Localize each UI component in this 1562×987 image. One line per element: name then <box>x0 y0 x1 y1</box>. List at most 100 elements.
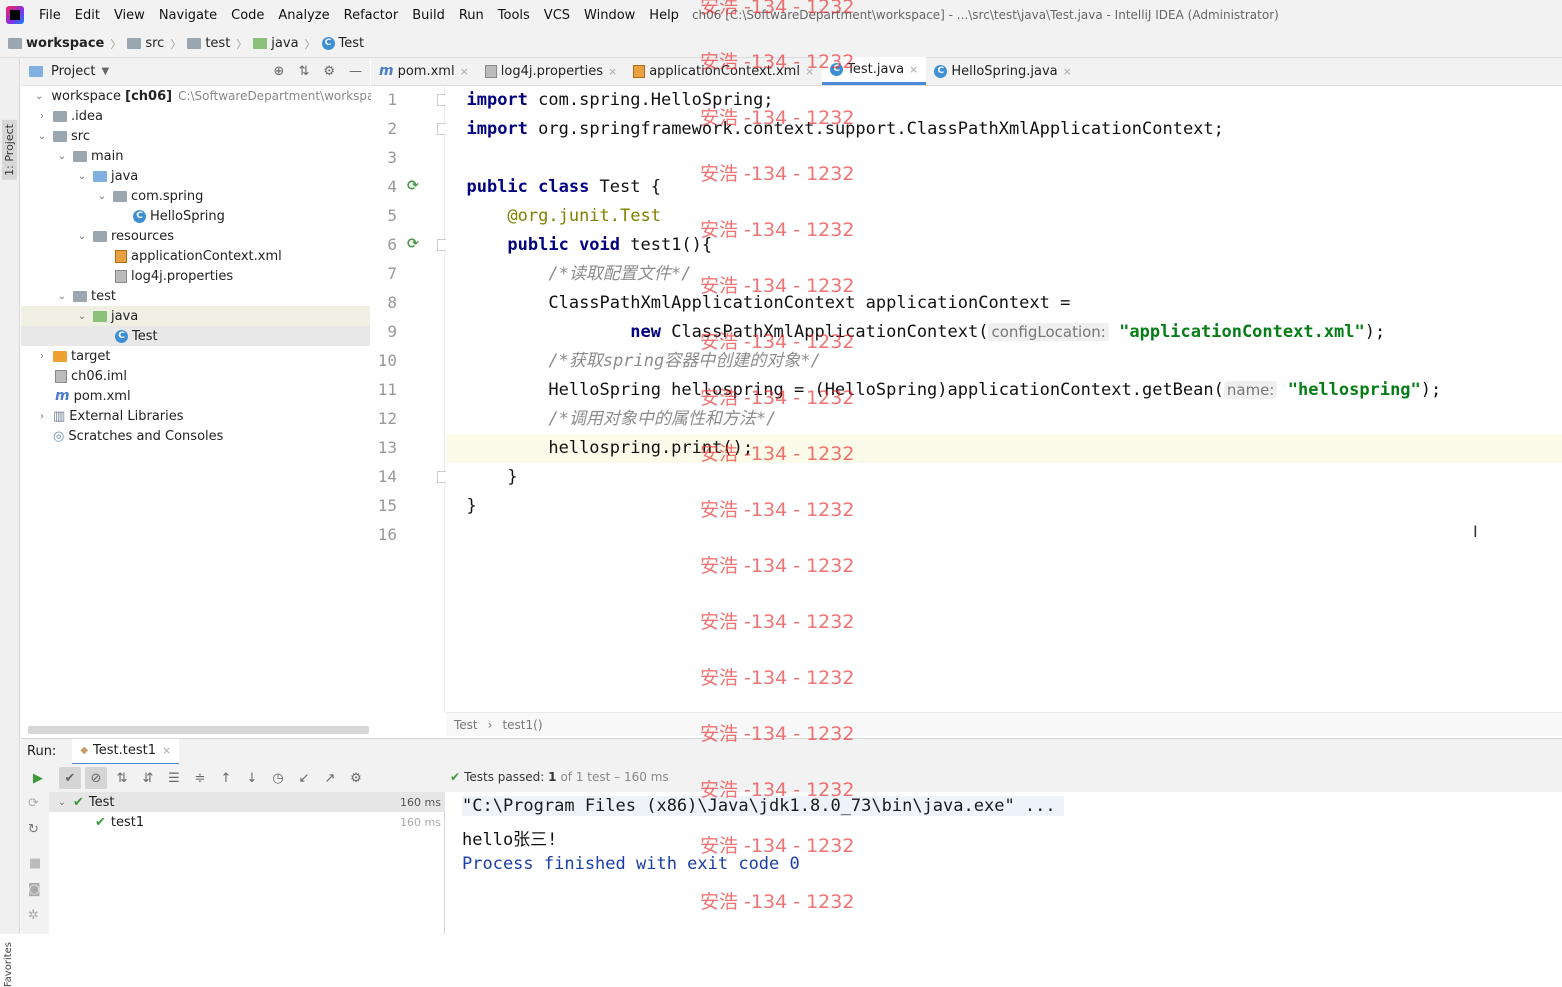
tree-item-external-libraries[interactable]: › ▥ External Libraries <box>21 406 370 426</box>
menu-edit[interactable]: Edit <box>68 8 107 23</box>
expand-all-icon[interactable]: ☰ <box>163 767 185 789</box>
tree-item-test-class[interactable]: C Test <box>21 326 370 346</box>
tree-item-main[interactable]: ⌄ main <box>21 146 370 166</box>
menu-vcs[interactable]: VCS <box>537 8 577 23</box>
close-icon[interactable]: × <box>460 65 469 78</box>
chevron-down-icon[interactable]: ⌄ <box>75 231 89 242</box>
tree-item-pom[interactable]: m pom.xml <box>21 386 370 406</box>
sort-alpha-icon[interactable]: ⇅ <box>111 767 133 789</box>
tree-item-main-java[interactable]: ⌄ java <box>21 166 370 186</box>
tree-item-workspace[interactable]: ⌄ workspace [ch06] C:\SoftwareDepartment\w… <box>21 86 388 106</box>
tab-test-java[interactable]: C Test.java × <box>822 57 927 85</box>
code-line-7: /*读取配置文件*/ <box>548 264 692 284</box>
test-row[interactable]: ✔ test1 160 ms <box>49 812 445 832</box>
stop-icon[interactable]: ■ <box>29 856 41 871</box>
code-editor[interactable]: import com.spring.HelloSpring; import or… <box>446 86 1562 712</box>
tree-item-idea[interactable]: › .idea <box>21 106 370 126</box>
chevron-down-icon[interactable]: ▼ <box>101 66 109 77</box>
project-view-selector[interactable]: Project <box>51 64 95 79</box>
run-test-icon[interactable]: ⟳ <box>407 178 423 194</box>
tree-item-applicationcontext[interactable]: applicationContext.xml <box>21 246 370 266</box>
import-icon[interactable]: ↙ <box>293 767 315 789</box>
tree-item-target[interactable]: › target <box>21 346 370 366</box>
tab-hellospring-java[interactable]: C HelloSpring.java × <box>926 57 1080 85</box>
menu-file[interactable]: File <box>32 8 68 23</box>
line-number: 3 <box>387 148 397 167</box>
debug-icon[interactable]: ⟳ <box>28 796 39 811</box>
chevron-down-icon[interactable]: ⌄ <box>35 91 43 102</box>
tree-item-hellospring[interactable]: C HelloSpring <box>21 206 370 226</box>
run-test-icon[interactable]: ⟳ <box>407 236 423 252</box>
test-row[interactable]: ⌄ ✔ Test 160 ms <box>49 792 445 812</box>
menu-code[interactable]: Code <box>224 8 271 23</box>
tree-item-log4j[interactable]: log4j.properties <box>21 266 370 286</box>
close-icon[interactable]: × <box>805 65 814 78</box>
tree-item-ch06-iml[interactable]: ch06.iml <box>21 366 370 386</box>
collapse-all-icon[interactable]: ≑ <box>189 767 211 789</box>
run-config-icon: ◆ <box>80 745 89 756</box>
gear-icon[interactable]: ⚙ <box>323 64 335 79</box>
camera-icon[interactable]: ◙ <box>28 882 41 897</box>
chevron-down-icon[interactable]: ⌄ <box>55 291 69 302</box>
close-icon[interactable]: × <box>909 63 918 76</box>
restart-icon[interactable]: ↻ <box>28 822 39 837</box>
settings-icon[interactable]: ⚙ <box>345 767 367 789</box>
menu-refactor[interactable]: Refactor <box>337 8 406 23</box>
chevron-down-icon[interactable]: ⌄ <box>55 151 69 162</box>
sort-duration-icon[interactable]: ⇵ <box>137 767 159 789</box>
tree-item-test-java[interactable]: ⌄ java <box>21 306 370 326</box>
show-ignored-icon[interactable]: ⊘ <box>85 767 107 789</box>
menu-tools[interactable]: Tools <box>491 8 537 23</box>
chevron-down-icon[interactable]: ⌄ <box>95 191 109 202</box>
collapse-all-icon[interactable]: ⇅ <box>298 64 309 79</box>
close-icon[interactable]: × <box>608 65 617 78</box>
crumb-method[interactable]: test1() <box>502 718 542 732</box>
menu-help[interactable]: Help <box>642 8 686 23</box>
menu-run[interactable]: Run <box>452 8 491 23</box>
chevron-right-icon[interactable]: › <box>35 351 49 362</box>
chevron-right-icon[interactable]: › <box>35 411 49 422</box>
next-test-icon[interactable]: ↓ <box>241 767 263 789</box>
tree-item-src[interactable]: ⌄ src <box>21 126 370 146</box>
locate-icon[interactable]: ⊕ <box>274 64 285 79</box>
run-console[interactable]: "C:\Program Files (x86)\Java\jdk1.8.0_73… <box>446 792 1562 934</box>
run-tab[interactable]: ◆ Test.test1 × <box>72 738 180 765</box>
chevron-right-icon[interactable]: › <box>35 111 49 122</box>
close-icon[interactable]: × <box>162 744 171 757</box>
console-output: hello张三! <box>462 830 558 850</box>
menu-navigate[interactable]: Navigate <box>152 8 224 23</box>
tree-item-com-spring[interactable]: ⌄ com.spring <box>21 186 370 206</box>
chevron-down-icon[interactable]: ⌄ <box>35 131 49 142</box>
rerun-icon[interactable]: ▶ <box>27 767 49 789</box>
tab-log4j-properties[interactable]: log4j.properties × <box>477 57 625 85</box>
menu-window[interactable]: Window <box>577 8 642 23</box>
code-line-6: public void test1(){ <box>507 235 713 255</box>
crumb-class[interactable]: Test <box>454 718 478 732</box>
project-tree-scrollbar[interactable] <box>28 726 369 734</box>
menu-build[interactable]: Build <box>405 8 452 23</box>
chevron-down-icon[interactable]: ⌄ <box>55 797 69 808</box>
tab-applicationcontext-xml[interactable]: applicationContext.xml × <box>625 57 822 85</box>
chevron-down-icon[interactable]: ⌄ <box>75 171 89 182</box>
tab-pom-xml[interactable]: m pom.xml × <box>371 57 477 85</box>
show-passed-icon[interactable]: ✔ <box>59 767 81 789</box>
settings-icon[interactable]: ✲ <box>28 908 39 923</box>
crumb-workspace[interactable]: workspace 〉 <box>8 36 127 52</box>
tree-item-resources[interactable]: ⌄ resources <box>21 226 370 246</box>
menu-analyze[interactable]: Analyze <box>271 8 336 23</box>
project-tool-button[interactable]: 1: Project <box>2 120 17 180</box>
crumb-src[interactable]: src 〉 <box>127 36 187 52</box>
crumb-test-class[interactable]: C Test <box>321 36 364 51</box>
tree-item-scratches[interactable]: ◎ Scratches and Consoles <box>21 426 370 446</box>
tree-item-test[interactable]: ⌄ test <box>21 286 370 306</box>
favorites-tool-button[interactable]: Favorites <box>3 942 14 987</box>
previous-test-icon[interactable]: ↑ <box>215 767 237 789</box>
export-icon[interactable]: ↗ <box>319 767 341 789</box>
crumb-java[interactable]: java 〉 <box>253 36 321 52</box>
chevron-down-icon[interactable]: ⌄ <box>75 311 89 322</box>
close-icon[interactable]: × <box>1063 65 1072 78</box>
hide-icon[interactable]: — <box>349 64 362 79</box>
history-icon[interactable]: ◷ <box>267 767 289 789</box>
menu-view[interactable]: View <box>107 8 152 23</box>
crumb-test[interactable]: test 〉 <box>187 36 253 52</box>
